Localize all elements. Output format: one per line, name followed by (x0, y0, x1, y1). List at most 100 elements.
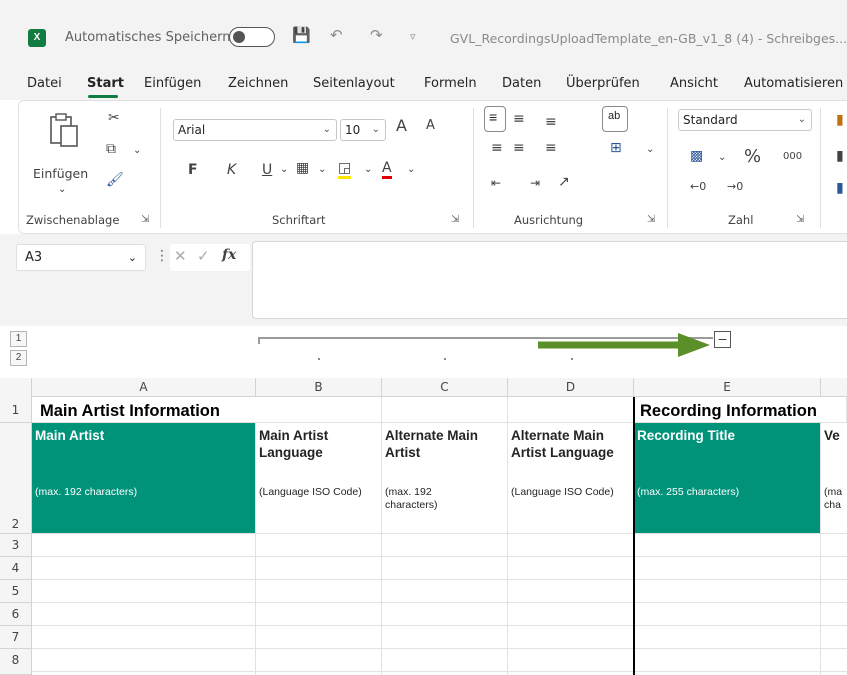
tab-ueberpruefen[interactable]: Überprüfen (566, 76, 640, 91)
align-top-button[interactable]: ≡ (484, 106, 506, 132)
increase-indent-icon[interactable]: ⇥ (530, 176, 540, 190)
align-middle-icon[interactable]: ≡ (513, 111, 525, 127)
select-all-corner[interactable] (0, 378, 32, 397)
column-header-c[interactable]: C (382, 378, 508, 397)
decrease-indent-icon[interactable]: ⇤ (491, 176, 501, 190)
header-cell-main-artist-language[interactable]: Main Artist Language (Language ISO Code) (256, 423, 382, 534)
paste-button[interactable]: Einfügen (33, 166, 88, 181)
thousands-button[interactable]: 000 (783, 151, 802, 162)
align-bottom-icon[interactable]: ≡ (545, 114, 557, 130)
format-painter-icon[interactable]: 🖌 (106, 172, 124, 188)
underline-button[interactable]: U (262, 162, 272, 178)
copy-icon[interactable]: ⧉ (106, 141, 116, 157)
fill-color-dropdown-icon[interactable]: ⌄ (364, 164, 372, 175)
conditional-format-icon[interactable]: ▮ (836, 112, 844, 128)
font-color-dropdown-icon[interactable]: ⌄ (407, 164, 415, 175)
tab-datei[interactable]: Datei (27, 76, 62, 91)
quick-access-dropdown-icon[interactable]: ▿ (410, 30, 416, 43)
cell-c1[interactable] (382, 397, 508, 423)
decrease-decimal-icon[interactable]: →0 (727, 180, 743, 193)
cell-styles-icon[interactable]: ▮ (836, 180, 844, 196)
insert-function-button[interactable]: fx (222, 247, 236, 263)
paste-icon[interactable] (43, 112, 81, 150)
chevron-down-icon: ⌄ (797, 114, 806, 125)
row-header-4[interactable]: 4 (0, 557, 32, 580)
selected-cell-a3[interactable] (32, 534, 256, 557)
undo-icon[interactable]: ↶ (330, 26, 343, 44)
grow-font-button[interactable]: A (396, 116, 407, 135)
outline-level-1-button[interactable]: 1 (10, 331, 27, 347)
section-recording-info: Recording Information (640, 402, 817, 420)
currency-icon[interactable]: ▩ (690, 148, 703, 164)
header-cell-version[interactable]: Ve (ma cha (821, 423, 847, 534)
borders-icon[interactable]: ▦ (296, 160, 309, 176)
merge-center-icon[interactable]: ⊞ (610, 140, 622, 156)
autosave-toggle[interactable] (229, 27, 275, 47)
increase-decimal-icon[interactable]: ←0 (690, 180, 706, 193)
currency-dropdown-icon[interactable]: ⌄ (718, 152, 726, 163)
percent-button[interactable]: % (744, 146, 761, 167)
column-header-e[interactable]: E (634, 378, 821, 397)
header-cell-recording-title[interactable]: Recording Title (max. 255 characters) (634, 423, 821, 534)
tab-einfuegen[interactable]: Einfügen (144, 76, 201, 91)
align-right-icon[interactable]: ≡ (545, 140, 557, 156)
format-table-icon[interactable]: ▮ (836, 148, 844, 164)
formula-input[interactable] (252, 241, 847, 319)
tab-ansicht[interactable]: Ansicht (670, 76, 718, 91)
header-cell-alternate-main-artist-language[interactable]: Alternate Main Artist Language (Language… (508, 423, 634, 534)
row-header-8[interactable]: 8 (0, 649, 32, 675)
cell-b1[interactable] (256, 397, 382, 423)
wrap-text-button[interactable]: ab (602, 106, 628, 132)
cell-d1[interactable] (508, 397, 634, 423)
column-header-a[interactable]: A (32, 378, 256, 397)
enter-icon[interactable]: ✓ (197, 247, 210, 265)
group-divider (160, 108, 161, 228)
bold-button[interactable]: F (188, 162, 198, 178)
paste-dropdown-icon[interactable]: ⌄ (58, 184, 66, 195)
row-header-5[interactable]: 5 (0, 580, 32, 603)
shrink-font-button[interactable]: A (426, 118, 435, 133)
autosave-label: Automatisches Speichern (65, 30, 231, 45)
column-header-b[interactable]: B (256, 378, 382, 397)
number-launcher-icon[interactable]: ⇲ (796, 214, 804, 225)
italic-button[interactable]: K (227, 162, 236, 178)
number-format-combo[interactable]: Standard ⌄ (678, 109, 812, 131)
orientation-icon[interactable]: ↗ (558, 174, 570, 190)
underline-dropdown-icon[interactable]: ⌄ (280, 164, 288, 175)
align-left-icon[interactable]: ≡ (491, 140, 503, 156)
tab-zeichnen[interactable]: Zeichnen (228, 76, 288, 91)
clipboard-launcher-icon[interactable]: ⇲ (141, 214, 149, 225)
merge-dropdown-icon[interactable]: ⌄ (646, 144, 654, 155)
header-cell-alternate-main-artist[interactable]: Alternate Main Artist (max. 192 characte… (382, 423, 508, 534)
more-options-icon[interactable]: ⋮ (155, 248, 169, 264)
header-cell-main-artist[interactable]: Main Artist (max. 192 characters) (32, 423, 256, 534)
outline-level-2-button[interactable]: 2 (10, 350, 27, 366)
chevron-down-icon: ⌄ (322, 124, 331, 135)
tab-automatisieren[interactable]: Automatisieren (744, 76, 843, 91)
font-launcher-icon[interactable]: ⇲ (451, 214, 459, 225)
font-size-combo[interactable]: 10 ⌄ (340, 119, 386, 141)
font-name-combo[interactable]: Arial ⌄ (173, 119, 337, 141)
tab-seitenlayout[interactable]: Seitenlayout (313, 76, 395, 91)
row-header-7[interactable]: 7 (0, 626, 32, 649)
column-header-d[interactable]: D (508, 378, 634, 397)
row-header-2[interactable]: 2 (0, 423, 32, 534)
tab-daten[interactable]: Daten (502, 76, 541, 91)
name-box[interactable]: A3 ⌄ (16, 244, 146, 271)
excel-logo-icon[interactable]: X (28, 29, 46, 47)
row-header-1[interactable]: 1 (0, 397, 32, 423)
fill-color-icon[interactable]: ◲ (338, 160, 352, 179)
cut-icon[interactable]: ✂ (108, 110, 120, 126)
font-color-button[interactable]: A (382, 160, 392, 179)
alignment-launcher-icon[interactable]: ⇲ (647, 214, 655, 225)
tab-formeln[interactable]: Formeln (424, 76, 477, 91)
copy-dropdown-icon[interactable]: ⌄ (133, 145, 141, 156)
cancel-icon[interactable]: ✕ (174, 247, 187, 265)
align-center-icon[interactable]: ≡ (513, 140, 525, 156)
row-header-6[interactable]: 6 (0, 603, 32, 626)
row-header-3[interactable]: 3 (0, 534, 32, 557)
tab-start[interactable]: Start (87, 76, 124, 91)
borders-dropdown-icon[interactable]: ⌄ (318, 164, 326, 175)
save-icon[interactable]: 💾 (292, 26, 311, 44)
redo-icon[interactable]: ↷ (370, 26, 383, 44)
